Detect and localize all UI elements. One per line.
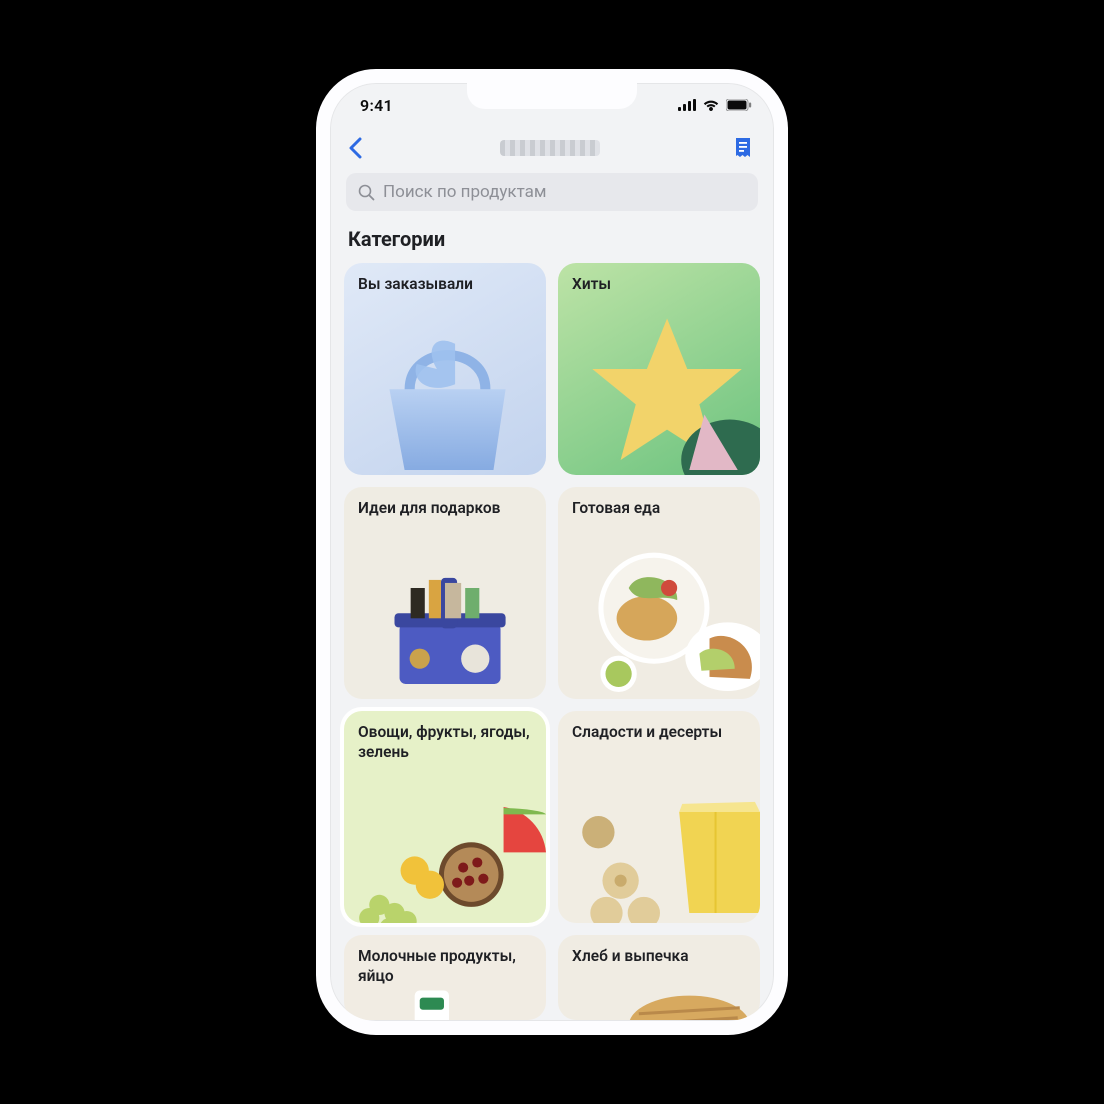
category-label: Сладости и десерты xyxy=(572,723,746,742)
gift-basket-icon xyxy=(344,487,546,699)
chevron-left-icon xyxy=(348,137,362,159)
search-placeholder: Поиск по продуктам xyxy=(383,182,547,202)
category-card-ready[interactable]: Готовая еда xyxy=(558,487,760,699)
cellular-icon xyxy=(678,99,696,111)
battery-icon xyxy=(726,99,752,111)
category-label: Хлеб и выпечка xyxy=(572,947,746,966)
category-card-produce[interactable]: Овощи, фрукты, ягоды, зелень xyxy=(344,711,546,923)
category-label: Идеи для подарков xyxy=(358,499,532,518)
category-label: Готовая еда xyxy=(572,499,746,518)
category-card-ordered[interactable]: Вы заказывали xyxy=(344,263,546,475)
category-card-dairy[interactable]: Молочные продукты, яйцо xyxy=(344,935,546,1020)
star-icon xyxy=(558,263,760,475)
category-card-bread[interactable]: Хлеб и выпечка xyxy=(558,935,760,1020)
category-label: Молочные продукты, яйцо xyxy=(358,947,532,986)
meal-plate-icon xyxy=(558,487,760,699)
phone-frame: 9:41 Поиск по продуктам Категории Вы xyxy=(316,69,788,1035)
category-card-sweets[interactable]: Сладости и десерты xyxy=(558,711,760,923)
category-label: Хиты xyxy=(572,275,746,294)
desserts-icon xyxy=(558,711,760,923)
back-button[interactable] xyxy=(340,133,370,163)
notch xyxy=(467,83,637,109)
search-icon xyxy=(358,184,375,201)
search-input[interactable]: Поиск по продуктам xyxy=(346,173,758,211)
category-card-hits[interactable]: Хиты xyxy=(558,263,760,475)
category-grid: Вы заказывали Хиты Идеи для подарков xyxy=(330,263,774,1035)
status-time: 9:41 xyxy=(360,96,393,115)
section-title: Категории xyxy=(330,221,774,263)
category-label: Вы заказывали xyxy=(358,275,532,294)
receipt-icon xyxy=(733,137,753,159)
navbar xyxy=(330,127,774,169)
category-card-gifts[interactable]: Идеи для подарков xyxy=(344,487,546,699)
wifi-icon xyxy=(702,99,720,111)
navbar-title-blurred xyxy=(500,140,600,156)
category-label: Овощи, фрукты, ягоды, зелень xyxy=(358,723,532,762)
receipt-button[interactable] xyxy=(730,135,756,161)
status-indicators xyxy=(678,99,752,111)
basket-icon xyxy=(344,263,546,475)
